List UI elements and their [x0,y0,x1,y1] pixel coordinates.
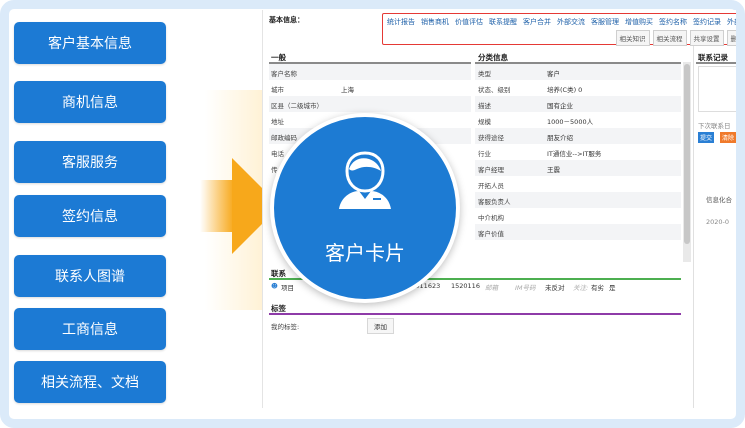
menu-item-contract-info[interactable]: 签约信息 [14,195,166,237]
menu-item-contact-graph[interactable]: 联系人图谱 [14,255,166,297]
category-value-scale: 1000－5000人 [547,118,594,126]
contact-status: 未反对 [545,284,565,292]
contact-attention-label: 关注: [573,284,589,292]
nav-link-contract-records[interactable]: 签约记录 [693,17,721,27]
general-label-district: 区县（二级城市） [271,102,323,110]
category-row-bg [475,160,681,176]
contact-log-entry-date: 2020-0 [706,218,730,226]
nav-link-stats-report[interactable]: 统计报告 [387,17,415,27]
base-info-label: 基本信息： [269,16,304,24]
person-icon: ☻ [271,282,278,290]
menu-item-opportunity-info[interactable]: 商机信息 [14,81,166,123]
customer-card-badge: 客户卡片 [270,113,460,303]
sub-buttons: 相关知识 相关流程 共享设置 删 [615,30,736,46]
nav-link-external-exchange[interactable]: 外部交流 [557,17,585,27]
contact-project[interactable]: 项目 [281,282,294,292]
general-label-name: 客户名称 [271,70,297,78]
category-label-type: 类型 [478,70,491,78]
vertical-scrollbar[interactable] [683,62,691,262]
category-label-agency: 中介机构 [478,214,504,222]
contact-email-label: 邮箱 [485,284,498,292]
nav-link-value-added-purchase[interactable]: 增值购买 [625,17,653,27]
contact-attention-value: 有劣 [591,284,604,292]
submit-button[interactable]: 提交 [698,132,715,143]
related-process-button[interactable]: 相关流程 [652,30,687,46]
category-label-source: 获得途径 [478,134,504,142]
category-value-industry: IT通信业-->IT服务 [547,150,602,158]
general-label-postcode: 邮政编码 [271,134,297,142]
category-row-bg [475,96,681,112]
add-tag-button[interactable]: 添加 [367,318,394,334]
contact-log-divider [696,62,736,64]
contact-im-label: IM号码 [515,284,536,292]
arrow-tail [200,180,234,232]
nav-link-contract-name[interactable]: 签约名称 [659,17,687,27]
category-label-description: 描述 [478,102,491,110]
contact-log-textarea[interactable] [698,66,736,112]
customer-card-title: 客户卡片 [325,241,405,265]
category-label-value: 客户价值 [478,230,504,238]
nav-link-external-users[interactable]: 外部用户 [727,17,736,27]
category-label-industry: 行业 [478,150,491,158]
contact-log-entry-text: 信息化合 [706,196,732,204]
category-value-description: 国有企业 [547,102,573,110]
contact-phone-2: 1520116 [451,282,480,290]
nav-link-service-management[interactable]: 客服管理 [591,17,619,27]
category-label-developer: 开拓人员 [478,182,504,190]
share-settings-button[interactable]: 共享设置 [689,30,724,46]
category-label-service-owner: 客服负责人 [478,198,511,206]
general-label-city: 城市 [271,86,284,94]
category-value-manager: 王震 [547,166,560,174]
category-label-scale: 规模 [478,118,491,126]
nav-links: 统计报告 销售商机 价值评估 联系提醒 客户合并 外部交流 客服管理 增值购买 … [387,17,736,27]
category-row-bg [475,224,681,240]
customer-avatar-icon [339,151,391,209]
menu-item-business-registration[interactable]: 工商信息 [14,308,166,350]
general-row-bg [269,64,471,80]
contact-log-panel: 联系记录 下次联系日 提交 清除 信息化合 2020-0 [693,46,736,408]
nav-link-value-assessment[interactable]: 价值评估 [455,17,483,27]
scrollbar-thumb[interactable] [684,64,690,244]
menu-item-processes-documents[interactable]: 相关流程、文档 [14,361,166,403]
next-contact-label: 下次联系日 [698,122,731,130]
nav-link-merge-customer[interactable]: 客户合并 [523,17,551,27]
category-value-source: 朋友介绍 [547,134,573,142]
contact-yes: 是 [609,284,616,292]
nav-link-contact-reminder[interactable]: 联系提醒 [489,17,517,27]
related-knowledge-button[interactable]: 相关知识 [615,30,650,46]
general-label-address: 地址 [271,118,284,126]
menu-item-customer-basic-info[interactable]: 客户基本信息 [14,22,166,64]
tags-divider [269,313,681,315]
general-value-city: 上海 [341,86,354,94]
category-value-status: 培养(C类) 0 [547,86,583,94]
nav-link-sales-opportunity[interactable]: 销售商机 [421,17,449,27]
menu-item-customer-service[interactable]: 客服服务 [14,141,166,183]
clear-button[interactable]: 清除 [720,132,736,143]
my-tags-label: 我的标签: [271,323,300,331]
category-label-manager: 客户经理 [478,166,504,174]
delete-button[interactable]: 删 [726,30,736,46]
top-nav-highlight: 统计报告 销售商机 价值评估 联系提醒 客户合并 外部交流 客服管理 增值购买 … [382,13,736,46]
category-label-status: 状态、级别 [478,86,511,94]
category-value-type: 客户 [547,70,560,78]
category-row-bg [475,128,681,144]
category-row-bg [475,64,681,80]
general-label-phone: 电话 [271,150,284,158]
